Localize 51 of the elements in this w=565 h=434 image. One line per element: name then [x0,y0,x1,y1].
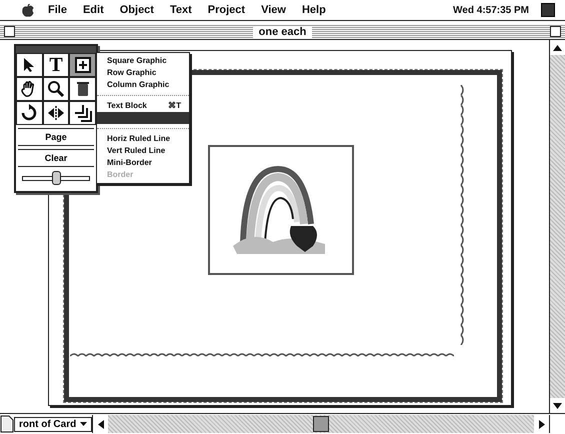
up-arrow-icon [553,44,562,50]
close-box[interactable] [4,26,15,37]
flip-arrows-icon [46,105,65,121]
tool-button[interactable] [69,77,96,101]
palette-slider[interactable] [22,171,90,185]
tool-button[interactable] [69,53,96,77]
tool-button[interactable]: T [42,53,70,77]
menu-title[interactable]: Object [118,4,156,16]
scroll-thumb[interactable] [313,416,330,432]
menu-item[interactable]: Square Graphic [97,55,189,67]
framed-plus-icon [74,57,91,73]
apple-icon[interactable] [22,4,34,16]
tool-button[interactable] [16,53,43,77]
menu-item[interactable]: Horiz Ruled Line [97,133,189,145]
tool-button[interactable] [16,77,43,101]
menu-item[interactable]: Vert Ruled Line [97,145,189,157]
menu-title[interactable]: Text [168,4,194,16]
tool-button[interactable] [69,101,96,125]
slider-thumb[interactable] [52,171,61,185]
menubar-clock: Wed 4:57:35 PM [453,4,529,16]
view-popup[interactable]: ront of Card [14,416,92,432]
tool-button[interactable] [42,77,70,101]
left-arrow-icon [98,420,104,428]
trash-can-icon [76,81,90,97]
picture-frame[interactable] [208,145,354,275]
arrow-pointer-icon [23,57,36,73]
menu-title[interactable]: Project [206,4,248,16]
tool-button[interactable] [42,101,70,125]
menu-item[interactable]: Text Block ⌘T [97,100,189,112]
page-corner-icon[interactable] [0,415,14,433]
menu-item[interactable]: Column Graphic [97,79,189,91]
menu-title[interactable]: File [46,4,69,16]
menu-title[interactable]: View [259,4,288,16]
tool-button[interactable] [16,101,43,125]
window-title: one each [252,26,312,38]
stacked-layers-icon [74,104,92,122]
menu-title[interactable]: Edit [80,4,106,16]
down-arrow-icon [553,402,562,408]
caret-icon [80,422,88,426]
zoom-box[interactable] [550,26,561,37]
menu-item[interactable]: Mini-Border [97,157,189,169]
palette-button[interactable]: Page [18,128,94,146]
right-arrow-icon [538,420,544,428]
horizontal-scrollbar[interactable] [108,415,534,433]
magnifier-icon [46,80,65,98]
menu-item[interactable]: Row Graphic [97,67,189,79]
menu-title[interactable]: Help [300,4,328,16]
vertical-scrollbar[interactable] [550,55,565,398]
rotate-arrow-icon [20,104,38,122]
palette-button[interactable]: Clear [18,149,94,167]
text-tool-label: T [49,55,63,75]
